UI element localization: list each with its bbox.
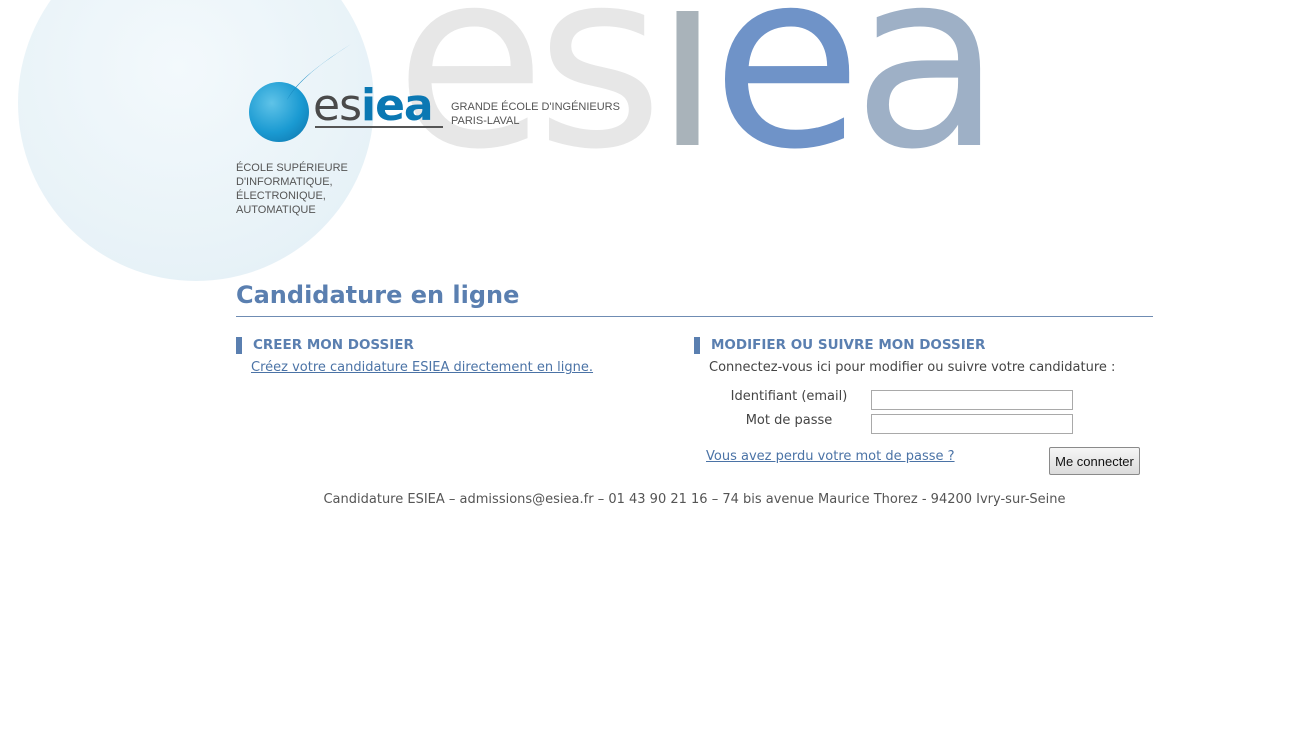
lost-password-link[interactable]: Vous avez perdu votre mot de passe ? (706, 449, 955, 464)
school-desc-line-3: ÉLECTRONIQUE, (236, 190, 326, 202)
password-label: Mot de passe (745, 413, 833, 428)
school-desc-line-2: D'INFORMATIQUE, (236, 176, 333, 188)
logo-text-iea: iea (361, 80, 434, 131)
logo-underline (315, 126, 443, 128)
school-tagline: GRANDE ÉCOLE D'INGÉNIEURS PARIS-LAVAL (451, 100, 620, 128)
logo-text: esiea (313, 84, 434, 128)
create-application-link[interactable]: Créez votre candidature ESIEA directemen… (251, 360, 593, 375)
password-input[interactable] (871, 414, 1073, 434)
big-word-a: a (852, 0, 1002, 203)
email-input[interactable] (871, 390, 1073, 410)
title-divider (236, 316, 1153, 317)
tagline-line-1: GRANDE ÉCOLE D'INGÉNIEURS (451, 101, 620, 113)
email-label: Identifiant (email) (730, 389, 848, 404)
page: esiea esiea GRANDE ÉCOLE D'INGÉNIEURS PA… (0, 0, 1312, 749)
school-desc-line-1: ÉCOLE SUPÉRIEURE (236, 162, 348, 174)
page-title: Candidature en ligne (236, 281, 520, 309)
create-section-heading: CREER MON DOSSIER (236, 337, 414, 354)
tagline-line-2: PARIS-LAVAL (451, 115, 520, 127)
esiea-logo[interactable]: esiea (247, 42, 447, 144)
school-desc-line-4: AUTOMATIQUE (236, 204, 316, 216)
login-intro-text: Connectez-vous ici pour modifier ou suiv… (709, 360, 1116, 375)
header-big-word: esiea (395, 0, 1002, 183)
footer-contact: Candidature ESIEA – admissions@esiea.fr … (323, 492, 1066, 507)
logo-text-es: es (313, 80, 362, 131)
modify-section-heading: MODIFIER OU SUIVRE MON DOSSIER (694, 337, 985, 354)
big-word-e: e (711, 0, 862, 203)
big-word-i: i (653, 0, 721, 203)
login-button[interactable]: Me connecter (1049, 447, 1140, 475)
school-description: ÉCOLE SUPÉRIEURE D'INFORMATIQUE, ÉLECTRO… (236, 161, 386, 217)
